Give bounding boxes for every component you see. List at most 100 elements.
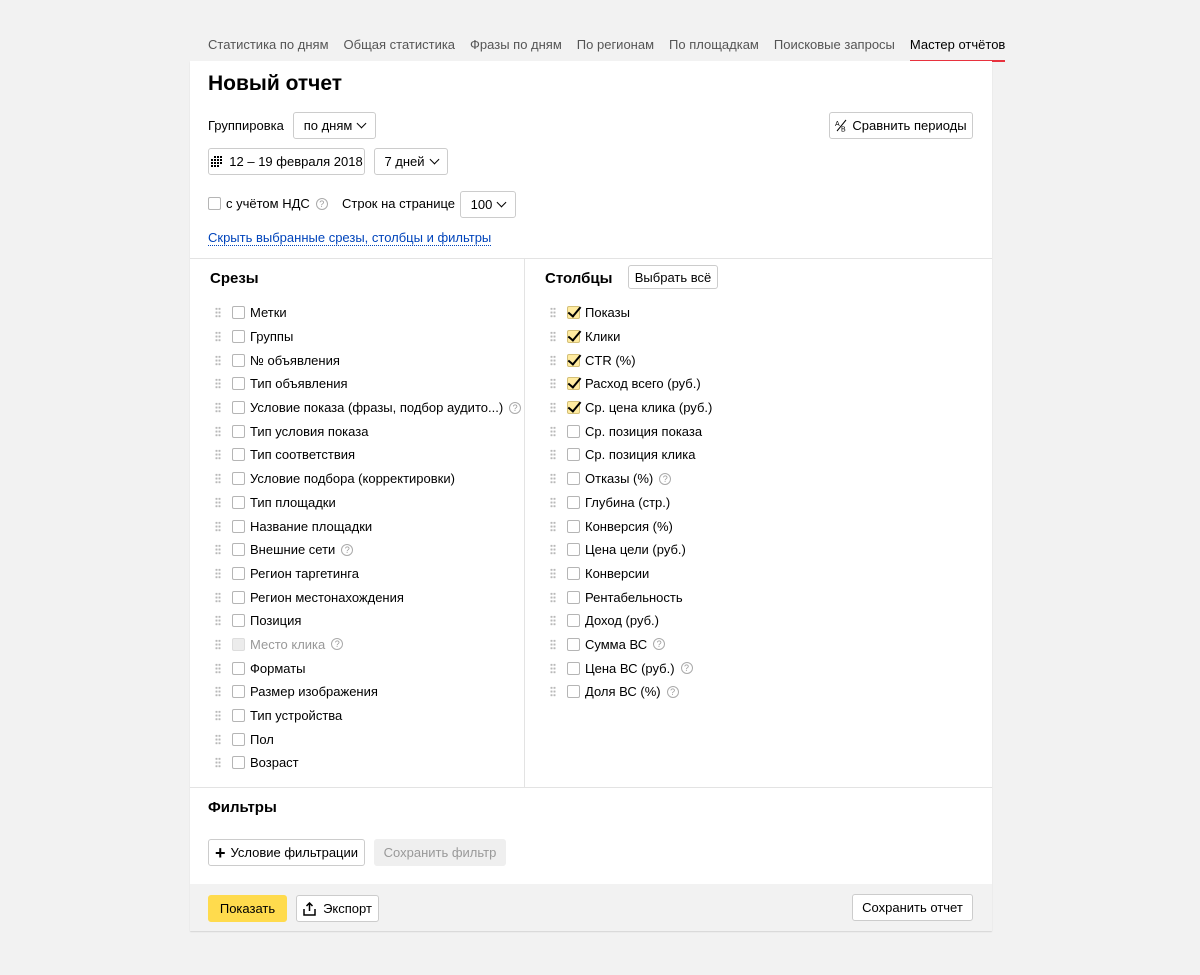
slices-item[interactable]: Размер изображения — [215, 680, 521, 704]
drag-handle-icon[interactable] — [550, 638, 556, 650]
slices-item[interactable]: Тип устройства — [215, 704, 521, 728]
tab-3[interactable]: По регионам — [577, 36, 654, 62]
help-icon[interactable]: ? — [331, 638, 344, 651]
slices-item[interactable]: Группы — [215, 325, 521, 349]
slices-checkbox[interactable] — [232, 519, 245, 533]
drag-handle-icon[interactable] — [550, 378, 556, 390]
add-filter-condition-button[interactable]: + Условие фильтрации — [208, 839, 365, 866]
columns-checkbox[interactable] — [567, 543, 580, 557]
help-icon[interactable]: ? — [653, 638, 666, 651]
select-all-button[interactable]: Выбрать всё — [628, 265, 718, 289]
slices-item[interactable]: Позиция — [215, 609, 521, 633]
tab-6[interactable]: Мастер отчётов — [909, 36, 1006, 62]
save-report-button[interactable]: Сохранить отчет — [852, 894, 973, 921]
date-range-picker[interactable]: 12 – 19 февраля 2018 — [208, 148, 365, 175]
drag-handle-icon[interactable] — [215, 615, 221, 627]
save-filter-button[interactable]: Сохранить фильтр — [374, 839, 506, 866]
drag-handle-icon[interactable] — [215, 733, 221, 745]
columns-item[interactable]: Конверсии — [550, 562, 712, 586]
help-icon[interactable]: ? — [659, 472, 672, 485]
slices-checkbox[interactable] — [232, 685, 245, 699]
tab-5[interactable]: Поисковые запросы — [774, 36, 895, 62]
drag-handle-icon[interactable] — [215, 567, 221, 579]
drag-handle-icon[interactable] — [215, 331, 221, 343]
drag-handle-icon[interactable] — [550, 307, 556, 319]
columns-item[interactable]: Расход всего (руб.) — [550, 372, 712, 396]
slices-checkbox[interactable] — [232, 448, 245, 462]
columns-checkbox[interactable] — [567, 306, 580, 320]
slices-checkbox[interactable] — [232, 614, 245, 628]
columns-checkbox[interactable] — [567, 614, 580, 628]
tab-1[interactable]: Общая статистика — [344, 36, 456, 62]
columns-item[interactable]: Цена ВС (руб.)? — [550, 656, 712, 680]
slices-item[interactable]: Условие подбора (корректировки) — [215, 467, 521, 491]
drag-handle-icon[interactable] — [550, 402, 556, 414]
help-icon[interactable]: ? — [509, 401, 522, 414]
slices-checkbox[interactable] — [232, 472, 245, 486]
columns-item[interactable]: Доход (руб.) — [550, 609, 712, 633]
drag-handle-icon[interactable] — [550, 567, 556, 579]
columns-checkbox[interactable] — [567, 519, 580, 533]
columns-checkbox[interactable] — [567, 330, 580, 344]
columns-item[interactable]: Конверсия (%) — [550, 514, 712, 538]
columns-item[interactable]: Рентабельность — [550, 585, 712, 609]
columns-checkbox[interactable] — [567, 353, 580, 367]
columns-checkbox[interactable] — [567, 661, 580, 675]
drag-handle-icon[interactable] — [215, 638, 221, 650]
slices-checkbox[interactable] — [232, 590, 245, 604]
slices-item[interactable]: № объявления — [215, 348, 521, 372]
columns-item[interactable]: Ср. позиция клика — [550, 443, 712, 467]
slices-checkbox[interactable] — [232, 495, 245, 509]
period-select[interactable]: 7 дней — [374, 148, 448, 175]
drag-handle-icon[interactable] — [215, 402, 221, 414]
grouping-select[interactable]: по дням — [293, 112, 376, 139]
drag-handle-icon[interactable] — [215, 544, 221, 556]
slices-checkbox[interactable] — [232, 353, 245, 367]
columns-checkbox[interactable] — [567, 424, 580, 438]
drag-handle-icon[interactable] — [215, 496, 221, 508]
drag-handle-icon[interactable] — [550, 520, 556, 532]
columns-checkbox[interactable] — [567, 495, 580, 509]
help-icon[interactable]: ? — [315, 197, 328, 210]
show-button[interactable]: Показать — [208, 895, 287, 922]
rows-per-page-select[interactable]: 100 — [460, 191, 516, 218]
drag-handle-icon[interactable] — [550, 686, 556, 698]
columns-checkbox[interactable] — [567, 472, 580, 486]
help-icon[interactable]: ? — [680, 662, 693, 675]
slices-item[interactable]: Тип соответствия — [215, 443, 521, 467]
columns-item[interactable]: Ср. позиция показа — [550, 419, 712, 443]
drag-handle-icon[interactable] — [215, 520, 221, 532]
columns-checkbox[interactable] — [567, 590, 580, 604]
compare-periods-button[interactable]: A B Сравнить периоды — [829, 112, 973, 139]
vat-toggle[interactable]: с учётом НДС ? — [208, 196, 328, 211]
slices-checkbox[interactable] — [232, 330, 245, 344]
help-icon[interactable]: ? — [341, 543, 354, 556]
drag-handle-icon[interactable] — [215, 378, 221, 390]
drag-handle-icon[interactable] — [215, 686, 221, 698]
slices-checkbox[interactable] — [232, 566, 245, 580]
slices-item[interactable]: Название площадки — [215, 514, 521, 538]
columns-checkbox[interactable] — [567, 566, 580, 580]
drag-handle-icon[interactable] — [550, 449, 556, 461]
slices-item[interactable]: Место клика? — [215, 633, 521, 657]
slices-item[interactable]: Метки — [215, 301, 521, 325]
drag-handle-icon[interactable] — [550, 591, 556, 603]
slices-item[interactable]: Возраст — [215, 751, 521, 775]
slices-item[interactable]: Тип условия показа — [215, 419, 521, 443]
columns-item[interactable]: Цена цели (руб.) — [550, 538, 712, 562]
slices-checkbox[interactable] — [232, 543, 245, 557]
drag-handle-icon[interactable] — [550, 425, 556, 437]
slices-checkbox[interactable] — [232, 424, 245, 438]
columns-item[interactable]: Отказы (%)? — [550, 467, 712, 491]
vat-checkbox[interactable] — [208, 197, 221, 210]
slices-item[interactable]: Регион таргетинга — [215, 562, 521, 586]
columns-checkbox[interactable] — [567, 401, 580, 415]
drag-handle-icon[interactable] — [550, 473, 556, 485]
columns-item[interactable]: CTR (%) — [550, 348, 712, 372]
drag-handle-icon[interactable] — [215, 354, 221, 366]
slices-checkbox[interactable] — [232, 306, 245, 320]
drag-handle-icon[interactable] — [550, 496, 556, 508]
slices-item[interactable]: Регион местонахождения — [215, 585, 521, 609]
drag-handle-icon[interactable] — [550, 662, 556, 674]
slices-checkbox[interactable] — [232, 709, 245, 723]
